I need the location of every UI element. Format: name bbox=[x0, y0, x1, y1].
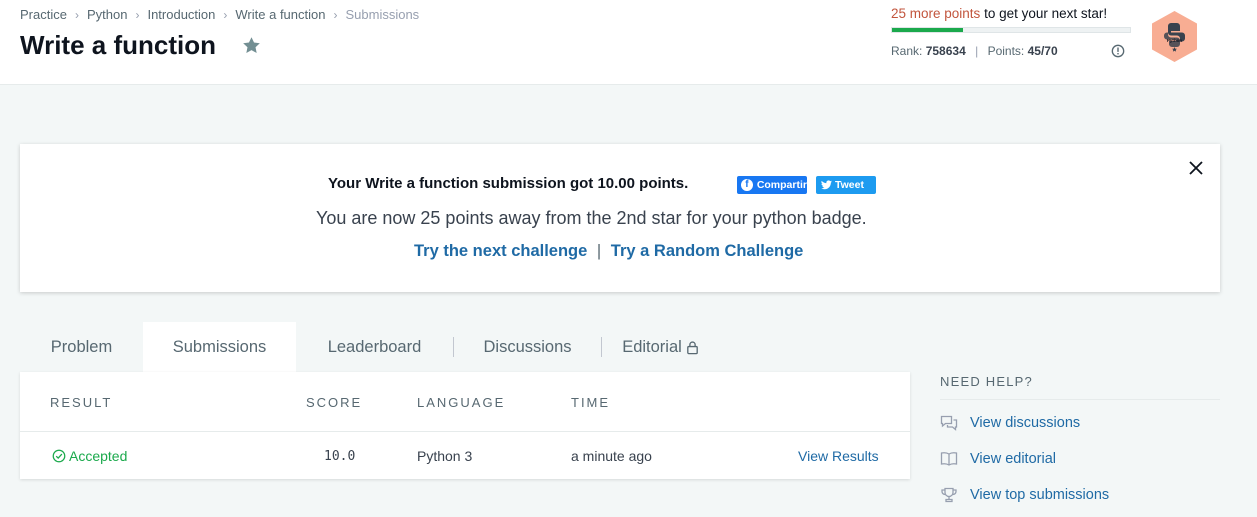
share-label: Compartir bbox=[756, 179, 807, 191]
next-challenge-link[interactable]: Try the next challenge bbox=[414, 242, 587, 260]
challenge-links: Try the next challenge | Try a Random Ch… bbox=[414, 242, 803, 261]
tab-label: Problem bbox=[50, 337, 113, 356]
points-needed: 25 more points bbox=[891, 6, 981, 21]
progress-bar bbox=[891, 27, 1131, 33]
page-header: Practice › Python › Introduction › Write… bbox=[0, 0, 1257, 85]
chevron-right-icon: › bbox=[223, 7, 228, 22]
tab-label: Leaderboard bbox=[327, 337, 422, 356]
tab-problem[interactable]: Problem bbox=[20, 322, 143, 372]
submissions-table: RESULT SCORE LANGUAGE TIME Accepted 10.0… bbox=[20, 372, 910, 479]
divider bbox=[20, 431, 910, 432]
tab-label: Discussions bbox=[483, 337, 572, 356]
info-icon[interactable] bbox=[1111, 44, 1125, 58]
check-circle-icon bbox=[52, 449, 66, 463]
view-results-link[interactable]: View Results bbox=[798, 448, 879, 464]
tweet-button[interactable]: Tweet bbox=[816, 176, 876, 194]
breadcrumb-introduction[interactable]: Introduction bbox=[147, 7, 215, 22]
rank-value: 758634 bbox=[925, 44, 966, 58]
submission-banner: Your Write a function submission got 10.… bbox=[20, 144, 1220, 292]
breadcrumb-practice[interactable]: Practice bbox=[20, 7, 67, 22]
column-header-result: RESULT bbox=[50, 395, 113, 410]
breadcrumb: Practice › Python › Introduction › Write… bbox=[20, 7, 419, 22]
chevron-right-icon: › bbox=[333, 7, 338, 22]
view-top-submissions-link[interactable]: View top submissions bbox=[940, 487, 1109, 503]
view-editorial-link[interactable]: View editorial bbox=[940, 451, 1056, 467]
time-cell: a minute ago bbox=[571, 448, 652, 464]
close-icon[interactable] bbox=[1186, 158, 1206, 178]
score-cell: 10.0 bbox=[324, 449, 356, 464]
random-challenge-link[interactable]: Try a Random Challenge bbox=[611, 242, 804, 260]
divider: | bbox=[975, 44, 979, 58]
star-progress: 25 more points to get your next star! bbox=[891, 6, 1131, 33]
points-value: 45/70 bbox=[1027, 44, 1058, 58]
submission-score-text: Your Write a function submission got 10.… bbox=[328, 175, 689, 192]
tweet-label: Tweet bbox=[835, 179, 864, 191]
breadcrumb-write-a-function[interactable]: Write a function bbox=[235, 7, 325, 22]
column-header-time: TIME bbox=[571, 395, 611, 410]
star-distance-text: You are now 25 points away from the 2nd … bbox=[316, 208, 867, 228]
twitter-icon bbox=[821, 180, 832, 190]
status-accepted: Accepted bbox=[69, 448, 128, 464]
progress-rest: to get your next star! bbox=[984, 6, 1108, 21]
divider: | bbox=[596, 242, 602, 260]
rank-label: Rank: bbox=[891, 44, 923, 58]
chevron-right-icon: › bbox=[74, 7, 79, 22]
result-cell: Accepted bbox=[52, 448, 127, 464]
tab-label: Submissions bbox=[172, 337, 267, 356]
challenge-tabs: Problem Submissions Leaderboard Discussi… bbox=[20, 322, 720, 372]
facebook-icon: f bbox=[741, 179, 753, 191]
need-help-panel: NEED HELP? View discussions View editori… bbox=[940, 374, 1220, 503]
tab-editorial[interactable]: Editorial bbox=[602, 322, 720, 372]
facebook-share-button[interactable]: f Compartir bbox=[737, 176, 807, 194]
need-help-title: NEED HELP? bbox=[940, 374, 1220, 400]
points-label: Points: bbox=[987, 44, 1025, 58]
page-title: Write a function bbox=[20, 30, 216, 60]
language-cell: Python 3 bbox=[417, 448, 473, 464]
progress-fill bbox=[892, 28, 964, 32]
book-icon bbox=[940, 452, 958, 466]
trophy-icon bbox=[941, 487, 957, 503]
star-icon[interactable] bbox=[241, 35, 262, 56]
python-badge-icon[interactable]: Python bbox=[1147, 9, 1202, 64]
lock-icon bbox=[686, 340, 698, 354]
help-label: View top submissions bbox=[970, 487, 1110, 503]
column-header-score: SCORE bbox=[306, 395, 363, 410]
tab-label: Editorial bbox=[622, 337, 682, 356]
chevron-right-icon: › bbox=[135, 7, 140, 22]
breadcrumb-current: Submissions bbox=[345, 7, 420, 22]
badge-label: Python bbox=[1167, 38, 1183, 43]
help-label: View editorial bbox=[970, 451, 1056, 467]
tab-discussions[interactable]: Discussions bbox=[454, 322, 601, 372]
tab-leaderboard[interactable]: Leaderboard bbox=[296, 322, 453, 372]
column-header-language: LANGUAGE bbox=[417, 395, 506, 410]
progress-text: 25 more points to get your next star! bbox=[891, 6, 1131, 21]
discussion-icon bbox=[940, 415, 958, 431]
tab-submissions[interactable]: Submissions bbox=[143, 322, 296, 372]
view-discussions-link[interactable]: View discussions bbox=[940, 415, 1080, 431]
help-label: View discussions bbox=[970, 415, 1081, 431]
rank-points-row: Rank: 758634 | Points: 45/70 bbox=[891, 44, 1058, 58]
breadcrumb-python[interactable]: Python bbox=[87, 7, 127, 22]
